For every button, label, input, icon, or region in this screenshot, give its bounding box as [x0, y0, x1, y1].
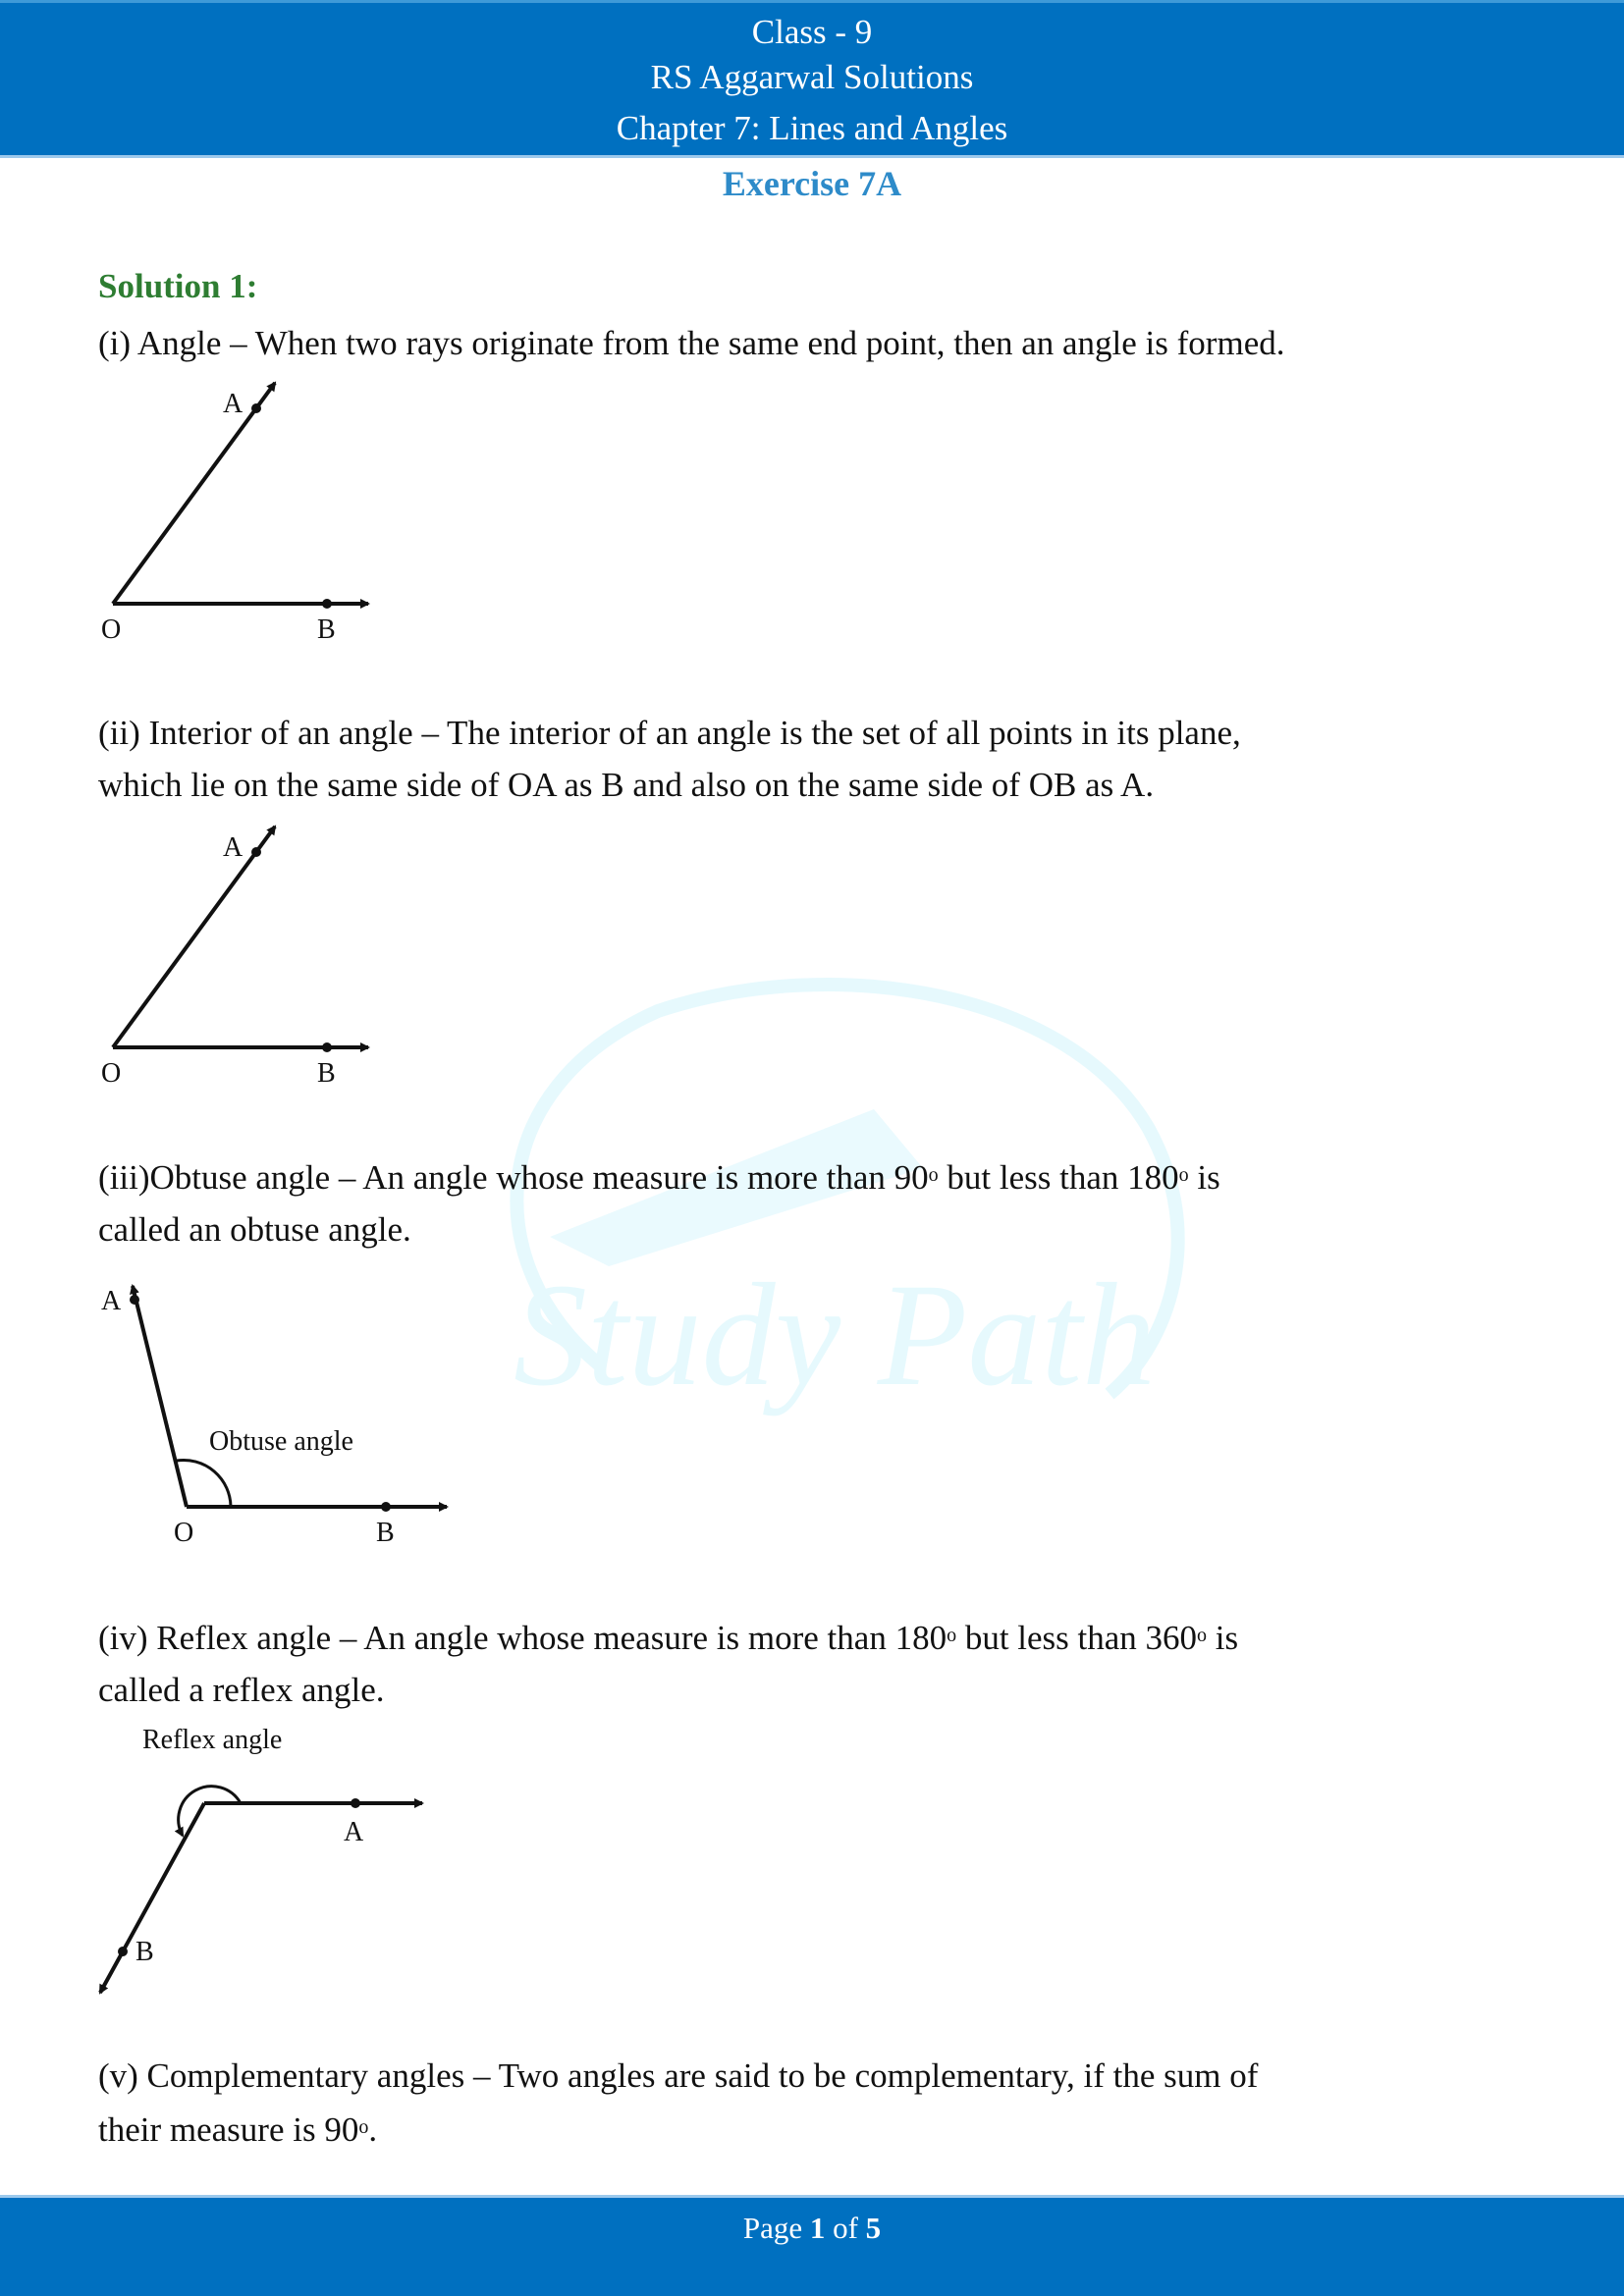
exercise-title: Exercise 7A [722, 164, 902, 203]
section-reflex-text: (iv) Reflex angle – An angle whose measu… [98, 1610, 1522, 1716]
degree-symbol: o [947, 1625, 957, 1646]
complementary-text-b: . [368, 2110, 378, 2149]
section-interior-line1: (ii) Interior of an angle – The interior… [98, 714, 1241, 752]
degree-symbol: o [358, 2116, 369, 2138]
figure-obtuse-angle: Obtuse angle A O B [101, 1284, 449, 1548]
watermark-text: Study Path [514, 1254, 1156, 1416]
section-reflex-line2: called a reflex angle. [98, 1671, 385, 1709]
figure-interior-angle: A O B [101, 825, 370, 1089]
section-obtuse-text: (iii)Obtuse angle – An angle whose measu… [98, 1149, 1522, 1255]
section-complementary-text: (v) Complementary angles – Two angles ar… [98, 2050, 1522, 2156]
point-b [118, 1947, 128, 1956]
label-b: B [376, 1518, 395, 1548]
ray-oa [130, 1284, 189, 1508]
obtuse-text-b: but less than 180 [938, 1158, 1179, 1197]
reflex-text-c: is [1207, 1619, 1239, 1657]
reflex-text-a: (iv) Reflex angle – An angle whose measu… [98, 1619, 947, 1657]
point-b [322, 1042, 332, 1052]
label-a: A [344, 1817, 364, 1847]
chapter-title: Chapter 7: Lines and Angles [616, 109, 1008, 147]
book-title: RS Aggarwal Solutions [650, 58, 974, 96]
point-a [251, 847, 261, 857]
degree-symbol: o [928, 1164, 939, 1186]
page-sep: of [825, 2211, 866, 2245]
current-page: 1 [809, 2211, 826, 2245]
point-a [251, 403, 261, 413]
point-b [322, 599, 332, 609]
section-angle-text: (i) Angle – When two rays originate from… [98, 324, 1285, 362]
label-a: A [223, 832, 244, 863]
reflex-text-b: but less than 360 [956, 1619, 1198, 1657]
point-a [130, 1295, 139, 1305]
page-prefix: Page [742, 2211, 810, 2245]
point-b [381, 1502, 391, 1512]
page-header: Class - 9 RS Aggarwal Solutions Chapter … [0, 0, 1624, 158]
solution-title: Solution 1: [98, 267, 258, 305]
ray-oa [111, 825, 277, 1049]
section-interior-text: (ii) Interior of an angle – The interior… [98, 707, 1522, 811]
ray-oa [111, 381, 277, 606]
degree-symbol: o [1178, 1164, 1189, 1186]
page-footer: Page 1 of 5 [0, 2195, 1624, 2296]
reflex-arc [174, 1785, 243, 1838]
section-obtuse-line2: called an obtuse angle. [98, 1210, 411, 1249]
label-b: B [317, 1058, 336, 1089]
point-a [351, 1798, 360, 1808]
label-b: B [135, 1937, 154, 1967]
figure-reflex-angle: Reflex angle A B [98, 1725, 424, 1995]
class-label: Class - 9 [751, 13, 873, 51]
label-a: A [223, 389, 244, 419]
figure-angle: A O B [101, 381, 370, 645]
label-o: O [174, 1518, 193, 1548]
label-b: B [317, 614, 336, 645]
obtuse-caption: Obtuse angle [209, 1426, 353, 1457]
total-pages: 5 [865, 2211, 882, 2245]
obtuse-text-a: (iii)Obtuse angle – An angle whose measu… [98, 1158, 929, 1197]
label-o: O [101, 614, 121, 645]
section-complementary-line1: (v) Complementary angles – Two angles ar… [98, 2056, 1259, 2095]
degree-symbol: o [1197, 1625, 1208, 1646]
complementary-text-a: their measure is 90 [98, 2110, 359, 2149]
section-interior-line2: which lie on the same side of OA as B an… [98, 766, 1155, 804]
label-a: A [101, 1286, 122, 1316]
label-o: O [101, 1058, 121, 1089]
obtuse-text-c: is [1188, 1158, 1220, 1197]
reflex-caption: Reflex angle [142, 1725, 282, 1755]
